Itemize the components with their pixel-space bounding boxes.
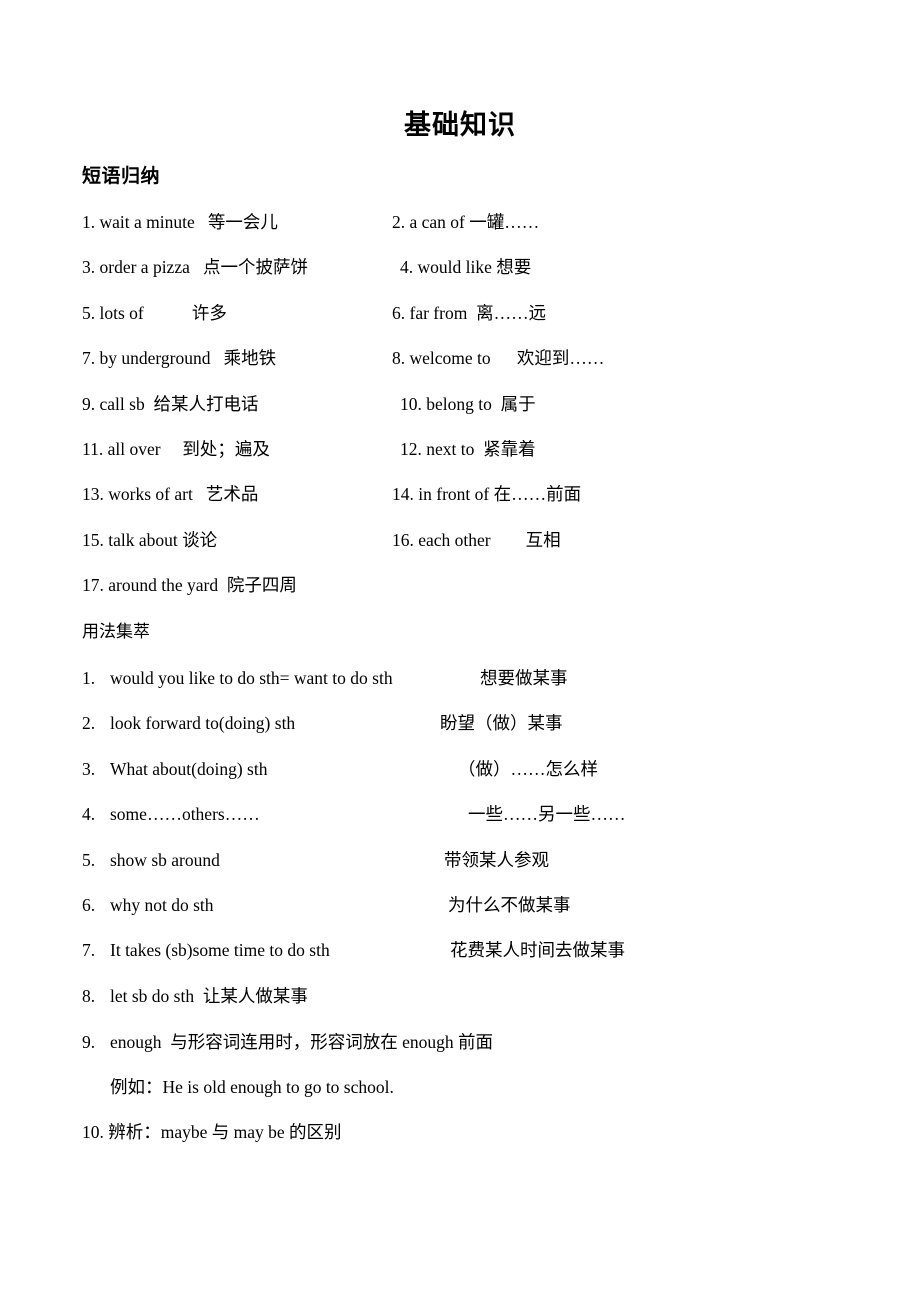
phrase-entry-right: 12. next to 紧靠着 (400, 439, 536, 459)
usage-note-text: enough 与形容词连用时，形容词放在 enough 前面 (110, 1032, 494, 1052)
usage-note-number: 9. (82, 1032, 96, 1052)
phrase-entry-left: 1. wait a minute 等一会儿 (82, 212, 278, 232)
usage-row: 7. It takes (sb)some time to do sth 花费某人时间… (0, 938, 920, 962)
usage-item-english: why not do sth (110, 895, 214, 915)
phrase-entry-right: 6. far from 离……远 (392, 302, 547, 323)
phrase-entry-right: 14. in front of 在……前面 (392, 484, 582, 505)
usage-item-english: show sb around (110, 849, 220, 870)
usage-item-number: 1. (82, 668, 96, 688)
usage-row: 1. would you like to do sth= want to do s… (0, 666, 920, 690)
usage-item-chinese: 花费某人时间去做某事 (450, 940, 625, 961)
usage-item-chinese: 一些……另一些…… (468, 804, 626, 825)
phrase-row: 17. around the yard 院子四周 (0, 573, 920, 597)
usage-item-number: 5. (82, 849, 96, 870)
usage-item-chinese: 想要做某事 (480, 668, 568, 688)
usage-row: 5. show sb around 带领某人参观 (0, 848, 920, 872)
usage-item-chinese: 带领某人参观 (444, 849, 549, 870)
usage-note-row: 9. enough 与形容词连用时，形容词放在 enough 前面 (0, 1030, 920, 1054)
section-heading-usage: 用法集萃 (82, 622, 150, 641)
phrase-entry-left: 9. call sb 给某人打电话 (82, 393, 259, 414)
phrase-entry-left: 5. lots of 许多 (82, 302, 227, 323)
phrase-entry-right: 2. a can of 一罐…… (392, 212, 540, 232)
phrase-entry-left: 11. all over 到处；遍及 (82, 439, 270, 459)
usage-item-number: 6. (82, 895, 96, 915)
usage-row: 3. What about(doing) sth （做）……怎么样 (0, 757, 920, 781)
phrase-row: 3. order a pizza 点一个披萨饼 4. would like 想要 (0, 255, 920, 279)
phrase-entry-right: 8. welcome to 欢迎到…… (392, 348, 605, 369)
usage-item-number: 4. (82, 804, 96, 825)
section-heading-phrases: 短语归纳 (82, 166, 161, 187)
usage-last-item: 10. 辨析：maybe 与 may be 的区别 (82, 1122, 342, 1142)
document-page: 基础知识 短语归纳 1. wait a minute 等一会儿 2. a can … (0, 0, 920, 1302)
phrase-row: 13. works of art 艺术品 14. in front of 在……前… (0, 482, 920, 506)
usage-item-number: 7. (82, 940, 96, 961)
phrase-entry-left: 15. talk about 谈论 (82, 529, 218, 550)
usage-row: 2. look forward to(doing) sth 盼望（做）某事 (0, 711, 920, 735)
usage-item-english: would you like to do sth= want to do sth (110, 668, 393, 688)
phrase-row: 7. by underground 乘地铁 8. welcome to 欢迎到…… (0, 346, 920, 370)
usage-item-number: 2. (82, 713, 96, 734)
usage-item-chinese: 为什么不做某事 (448, 895, 571, 915)
usage-item-english: look forward to(doing) sth (110, 713, 296, 734)
usage-row: 4. some……others…… 一些……另一些…… (0, 802, 920, 826)
usage-row: 8. let sb do sth 让某人做某事 (0, 984, 920, 1008)
usage-item-number: 3. (82, 758, 96, 779)
phrase-row: 5. lots of 许多 6. far from 离……远 (0, 301, 920, 325)
phrase-row: 1. wait a minute 等一会儿 2. a can of 一罐…… (0, 210, 920, 234)
page-title: 基础知识 (404, 110, 516, 140)
phrase-entry-left: 13. works of art 艺术品 (82, 484, 259, 505)
phrase-entry-right: 4. would like 想要 (400, 257, 532, 278)
usage-item-chinese: （做）……怎么样 (458, 758, 598, 779)
phrase-entry-right: 16. each other 互相 (392, 529, 561, 550)
phrase-entry-right: 10. belong to 属于 (400, 393, 536, 414)
phrase-entry-left: 7. by underground 乘地铁 (82, 348, 277, 369)
phrase-entry-left: 17. around the yard 院子四周 (82, 575, 297, 596)
usage-item-english: let sb do sth 让某人做某事 (110, 985, 308, 1006)
phrase-row: 15. talk about 谈论 16. each other 互相 (0, 528, 920, 552)
usage-item-english: some……others…… (110, 804, 260, 825)
phrase-row: 9. call sb 给某人打电话 10. belong to 属于 (0, 392, 920, 416)
usage-item-chinese: 盼望（做）某事 (440, 713, 563, 734)
usage-item-number: 8. (82, 985, 96, 1006)
usage-item-english: It takes (sb)some time to do sth (110, 940, 330, 961)
usage-note-example: 例如：He is old enough to go to school. (110, 1077, 394, 1097)
usage-item-english: What about(doing) sth (110, 758, 268, 779)
phrase-row: 11. all over 到处；遍及 12. next to 紧靠着 (0, 437, 920, 461)
usage-row: 6. why not do sth 为什么不做某事 (0, 893, 920, 917)
phrase-entry-left: 3. order a pizza 点一个披萨饼 (82, 257, 308, 278)
